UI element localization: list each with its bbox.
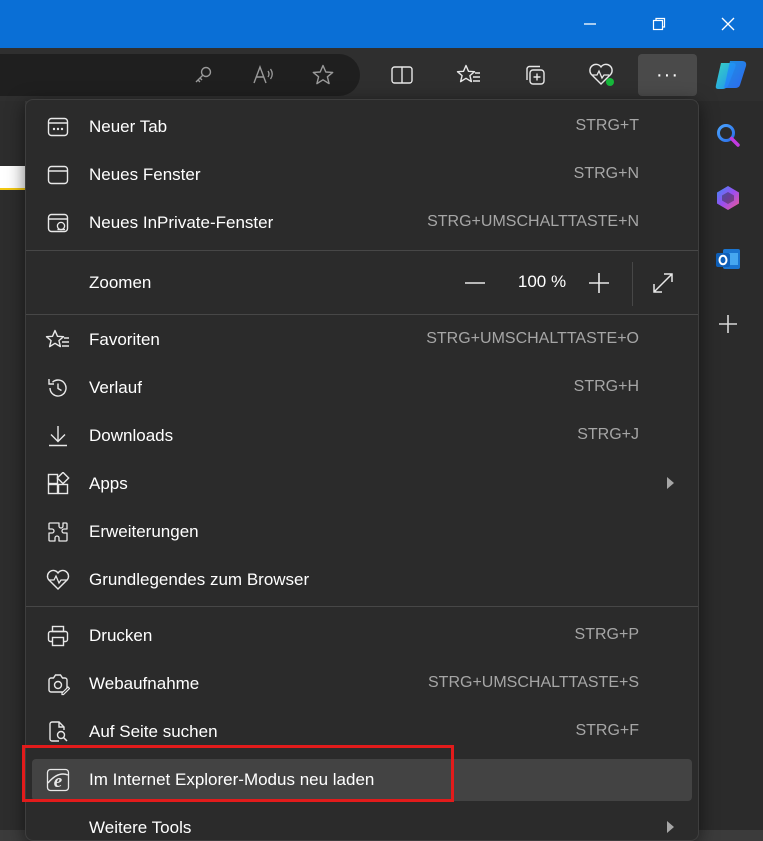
menu-item-shortcut: STRG+UMSCHALTTASTE+N xyxy=(427,213,639,230)
menu-item-shortcut: STRG+H xyxy=(573,378,639,395)
restore-button[interactable] xyxy=(636,0,682,48)
menu-item-shortcut: STRG+UMSCHALTTASTE+S xyxy=(428,674,639,691)
search-icon[interactable] xyxy=(710,117,746,153)
menu-separator xyxy=(26,314,698,315)
minimize-icon xyxy=(582,16,598,32)
inprivate-icon xyxy=(44,210,72,236)
menu-item-new-inprivate-window[interactable]: Neues InPrivate-Fenster STRG+UMSCHALTTAS… xyxy=(32,202,692,244)
minimize-button[interactable] xyxy=(567,0,613,48)
menu-item-new-window[interactable]: Neues Fenster STRG+N xyxy=(32,154,692,196)
menu-item-apps[interactable]: Apps xyxy=(32,463,692,505)
menu-item-label: Downloads xyxy=(89,426,174,445)
menu-item-new-tab[interactable]: Neuer Tab STRG+T xyxy=(32,106,692,148)
collections-icon[interactable] xyxy=(518,58,552,92)
menu-item-shortcut: STRG+T xyxy=(575,117,639,134)
menu-separator xyxy=(26,250,698,251)
menu-item-shortcut: STRG+UMSCHALTTASTE+O xyxy=(426,330,639,347)
menu-item-label: Grundlegendes zum Browser xyxy=(89,570,310,589)
print-icon xyxy=(44,623,72,649)
more-icon: ··· xyxy=(656,63,679,86)
menu-separator xyxy=(26,606,698,607)
zoom-level: 100 % xyxy=(517,272,567,291)
downloads-icon xyxy=(44,423,72,449)
minus-icon xyxy=(464,272,486,294)
plus-icon xyxy=(588,272,610,294)
restore-icon xyxy=(651,16,667,32)
menu-item-shortcut: STRG+J xyxy=(577,426,639,443)
new-window-icon xyxy=(44,162,72,188)
menu-item-label: Erweiterungen xyxy=(89,522,199,541)
menu-item-downloads[interactable]: Downloads STRG+J xyxy=(32,415,692,457)
menu-item-shortcut: STRG+N xyxy=(573,165,639,182)
zoom-divider xyxy=(632,262,633,306)
menu-item-label: Webaufnahme xyxy=(89,674,200,693)
browser-essentials-icon[interactable] xyxy=(584,58,618,92)
bing-icon[interactable] xyxy=(710,180,746,216)
browser-essentials-icon xyxy=(44,567,72,593)
read-aloud-icon[interactable] xyxy=(246,58,280,92)
zoom-in-button[interactable] xyxy=(582,266,616,300)
menu-item-history[interactable]: Verlauf STRG+H xyxy=(32,367,692,409)
menu-item-label: Neues InPrivate-Fenster xyxy=(89,213,274,232)
favorites-icon xyxy=(44,327,72,353)
menu-item-label: Auf Seite suchen xyxy=(89,722,218,741)
copilot-icon[interactable] xyxy=(711,55,751,95)
fullscreen-icon xyxy=(651,271,675,295)
page-content-edge xyxy=(0,101,25,830)
menu-item-favorites[interactable]: Favoriten STRG+UMSCHALTTASTE+O xyxy=(32,319,692,361)
apps-icon xyxy=(44,471,72,497)
menu-item-label: Neuer Tab xyxy=(89,117,168,136)
favorite-star-icon[interactable] xyxy=(306,58,340,92)
menu-item-print[interactable]: Drucken STRG+P xyxy=(32,615,692,657)
zoom-out-button[interactable] xyxy=(458,266,492,300)
edge-sidebar xyxy=(697,101,763,830)
web-capture-icon xyxy=(44,671,72,697)
menu-item-label: Drucken xyxy=(89,626,153,645)
submenu-arrow-icon xyxy=(667,821,674,833)
menu-item-browser-essentials[interactable]: Grundlegendes zum Browser xyxy=(32,559,692,601)
menu-item-label: Verlauf xyxy=(89,378,142,397)
title-bar xyxy=(0,0,763,48)
history-icon xyxy=(44,375,72,401)
new-tab-icon xyxy=(44,114,72,140)
favorites-icon[interactable] xyxy=(452,58,486,92)
submenu-arrow-icon xyxy=(667,477,674,489)
menu-item-shortcut: STRG+F xyxy=(575,722,639,739)
outlook-icon[interactable] xyxy=(710,241,746,277)
menu-item-extensions[interactable]: Erweiterungen xyxy=(32,511,692,553)
menu-item-more-tools[interactable]: Weitere Tools xyxy=(32,807,692,840)
browser-toolbar: ··· xyxy=(0,48,763,101)
add-icon[interactable] xyxy=(710,306,746,342)
find-on-page-icon xyxy=(44,719,72,745)
extensions-icon xyxy=(44,519,72,545)
menu-item-label: Apps xyxy=(89,474,128,493)
settings-menu: Neuer Tab STRG+T Neues Fenster STRG+N Ne… xyxy=(25,99,699,841)
close-icon xyxy=(720,16,736,32)
menu-item-web-capture[interactable]: Webaufnahme STRG+UMSCHALTTASTE+S xyxy=(32,663,692,705)
menu-item-label: Weitere Tools xyxy=(89,818,192,837)
zoom-row: Zoomen 100 % xyxy=(32,254,692,312)
page-content-fragment xyxy=(0,166,25,190)
highlight-annotation xyxy=(22,745,454,802)
split-screen-icon[interactable] xyxy=(385,58,419,92)
zoom-label: Zoomen xyxy=(89,273,152,292)
close-button[interactable] xyxy=(705,0,751,48)
menu-item-shortcut: STRG+P xyxy=(574,626,639,643)
settings-and-more-button[interactable]: ··· xyxy=(638,54,697,96)
menu-item-label: Favoriten xyxy=(89,330,160,349)
menu-item-label: Neues Fenster xyxy=(89,165,201,184)
address-bar[interactable] xyxy=(0,54,360,96)
key-icon[interactable] xyxy=(186,58,220,92)
fullscreen-button[interactable] xyxy=(646,266,680,300)
